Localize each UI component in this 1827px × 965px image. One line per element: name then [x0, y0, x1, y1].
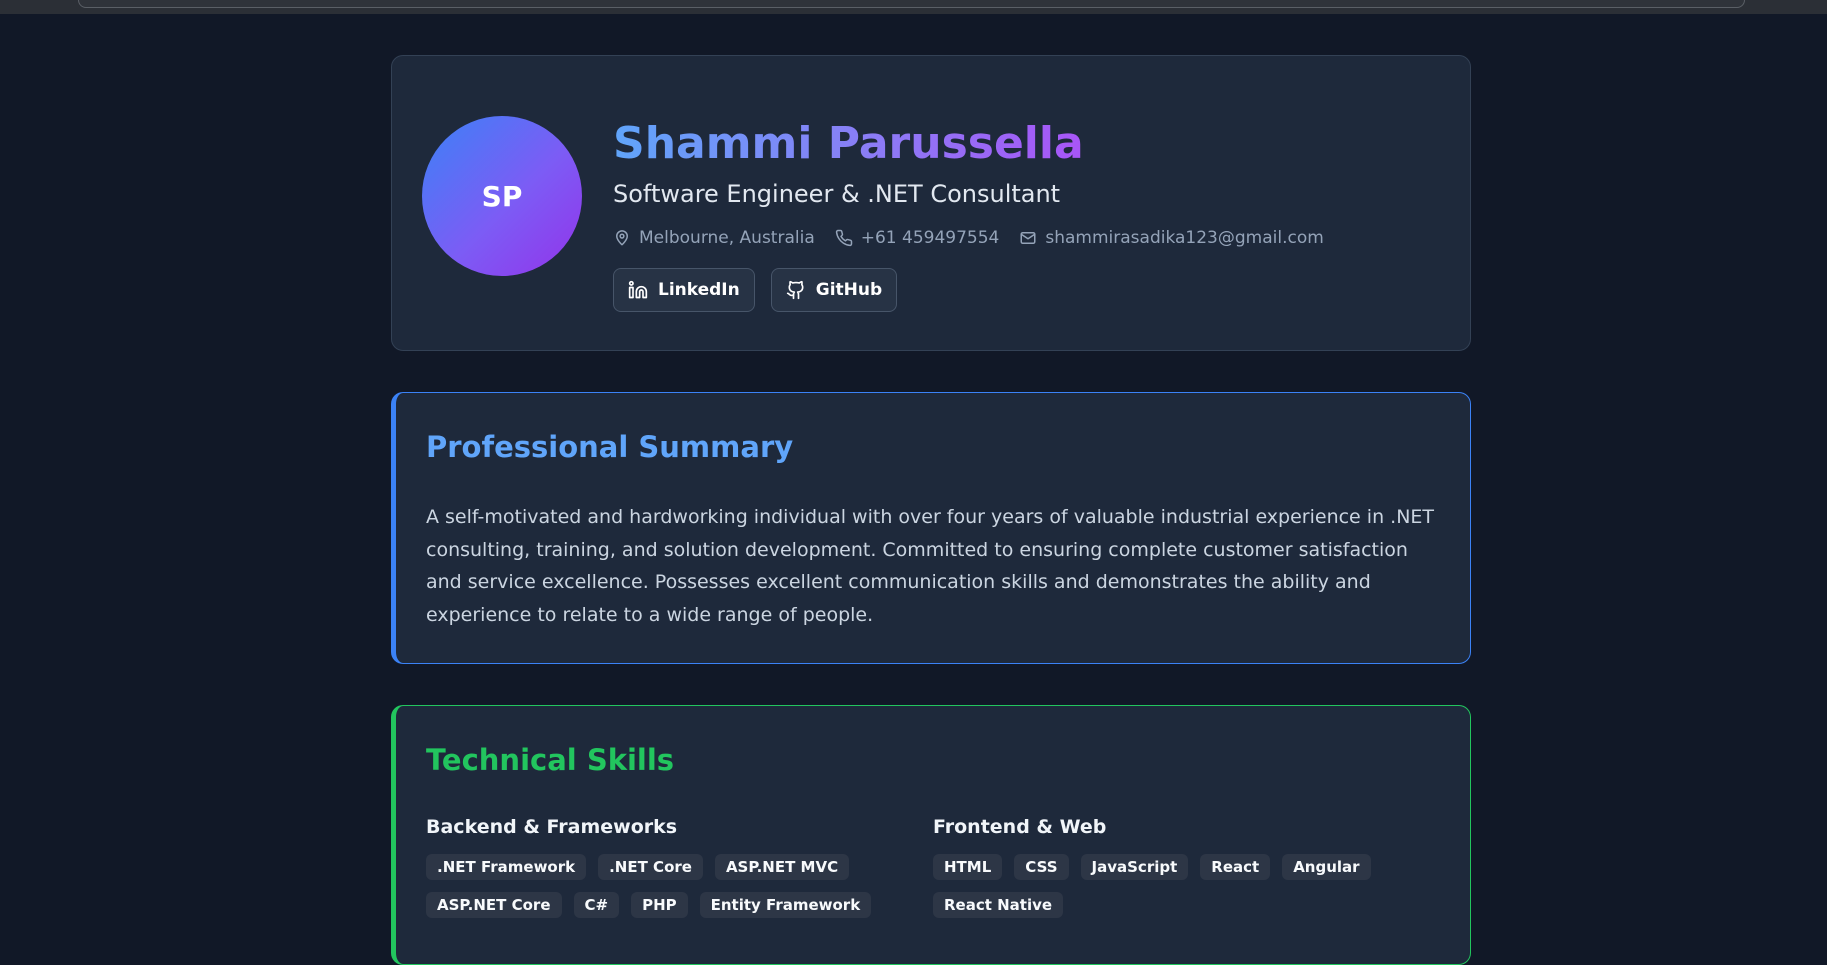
skill-tag: ASP.NET MVC [714, 854, 850, 880]
skill-tag: HTML [933, 854, 1003, 880]
skills-grid: Backend & Frameworks .NET Framework .NET… [426, 814, 1440, 930]
skill-tag: Entity Framework [699, 892, 872, 918]
linkedin-button[interactable]: LinkedIn [613, 268, 755, 312]
skill-tag: ASP.NET Core [426, 892, 562, 918]
profile-name: Shammi Parussella [613, 116, 1084, 172]
map-pin-icon [616, 230, 628, 246]
profile-header-card: SP Shammi Parussella Software Engineer &… [391, 55, 1471, 351]
skill-group-title: Backend & Frameworks [426, 816, 678, 838]
address-bar[interactable] [78, 0, 1745, 8]
skill-tag: Angular [1282, 854, 1371, 880]
contact-location: Melbourne, Australia [613, 226, 815, 250]
profile-info: Shammi Parussella Software Engineer & .N… [613, 116, 1440, 312]
phone-text: +61 459497554 [860, 228, 1000, 248]
mail-icon [1020, 232, 1036, 244]
skill-tag: CSS [1014, 854, 1069, 880]
skill-tag: .NET Framework [426, 854, 587, 880]
skill-group-title: Frontend & Web [933, 816, 1107, 838]
skill-tags: HTML CSS JavaScript React Angular React … [933, 854, 1440, 930]
skill-tag: C# [573, 892, 620, 918]
skill-group-frontend: Frontend & Web HTML CSS JavaScript React… [933, 814, 1440, 930]
linkedin-label: LinkedIn [658, 280, 740, 300]
github-button[interactable]: GitHub [770, 268, 898, 312]
professional-summary-card: Professional Summary A self-motivated an… [391, 392, 1471, 664]
github-icon [786, 280, 804, 300]
social-links: LinkedIn GitHub [613, 268, 1440, 312]
skill-tag: React [1200, 854, 1271, 880]
summary-text: A self-motivated and hardworking individ… [426, 506, 1435, 626]
location-text: Melbourne, Australia [639, 228, 815, 248]
avatar: SP [422, 116, 582, 276]
skill-group-backend: Backend & Frameworks .NET Framework .NET… [426, 814, 933, 930]
skill-tag: .NET Core [598, 854, 703, 880]
skill-tags: .NET Framework .NET Core ASP.NET MVC ASP… [426, 854, 933, 930]
linkedin-icon [628, 280, 648, 299]
email-text: shammirasadika123@gmail.com [1045, 228, 1324, 248]
skill-tag: JavaScript [1080, 854, 1189, 880]
resume-container: SP Shammi Parussella Software Engineer &… [391, 55, 1471, 965]
technical-skills-card: Technical Skills Backend & Frameworks .N… [391, 705, 1471, 965]
contact-row: Melbourne, Australia +61 459497554 shamm… [613, 226, 1440, 250]
profile-title: Software Engineer & .NET Consultant [613, 180, 1061, 208]
summary-heading: Professional Summary [426, 430, 794, 464]
skill-tag: React Native [933, 892, 1064, 918]
phone-icon [835, 229, 853, 247]
skill-tag: PHP [631, 892, 688, 918]
browser-top-bar [0, 0, 1827, 14]
contact-email[interactable]: shammirasadika123@gmail.com [1019, 226, 1324, 250]
github-label: GitHub [815, 280, 883, 300]
contact-phone[interactable]: +61 459497554 [835, 226, 1000, 250]
skills-heading: Technical Skills [426, 743, 675, 777]
avatar-initials: SP [481, 179, 523, 213]
